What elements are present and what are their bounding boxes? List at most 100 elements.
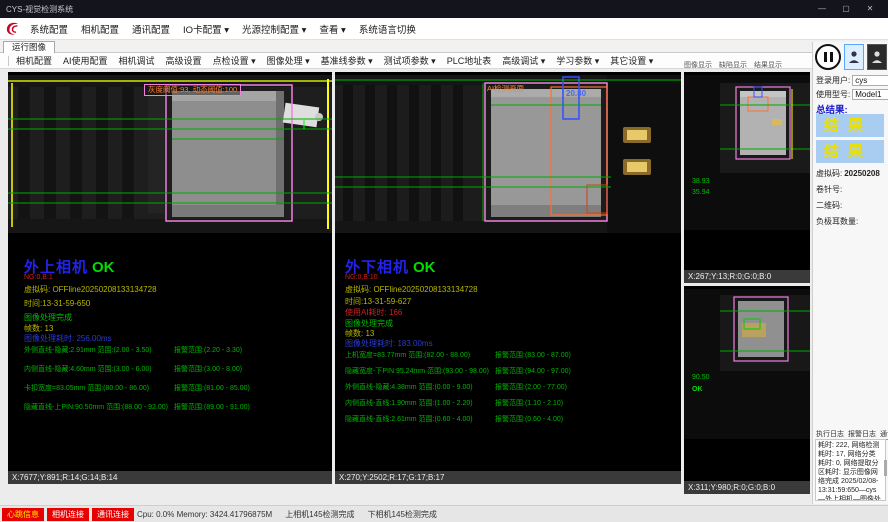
comm-connect-badge: 通讯连接: [92, 508, 134, 521]
measurement-row: 上机宽度=83.77mm 范围:(82.00 - 88.00) 报警范围:(83…: [345, 350, 470, 360]
maximize-button[interactable]: ▢: [834, 2, 858, 16]
tool-advanced-debug[interactable]: 高级调试 ▾: [502, 54, 545, 67]
model-label: 使用型号:: [816, 89, 850, 100]
time-text: 时间:13-31-59-627: [345, 296, 411, 307]
tab-count-row: 负极耳数量:: [816, 216, 886, 227]
minimize-button[interactable]: —: [810, 2, 834, 16]
result-display-1: 结果: [816, 114, 884, 137]
barcode-row: 虚拟码: 20250208: [816, 168, 886, 179]
menu-comm-config[interactable]: 通讯配置: [132, 22, 170, 36]
tab-count-label: 负极耳数量:: [816, 216, 858, 227]
login-user-input[interactable]: [852, 75, 888, 86]
needle-row: 卷针号:: [816, 184, 886, 195]
tab-strip: 运行图像: [0, 40, 888, 53]
alarm-range-text: 报警范围:(83.00 - 87.00): [495, 350, 571, 360]
measurement-row: 卡扣宽度=83.05mm 范围:(80.00 - 86.00) 报警范围:(81…: [24, 383, 149, 393]
alarm-range-text: 报警范围:(2.00 - 77.00): [495, 382, 567, 392]
small-header-item[interactable]: 缺陷显示: [719, 60, 747, 70]
tab-run-image[interactable]: 运行图像: [3, 41, 55, 53]
alarm-range-text: 报警范围:(0.60 - 4.00): [495, 414, 563, 424]
left-view-coordinates: X:7677;Y:891;R:14;G:14;B:14: [8, 471, 332, 484]
cpu-memory-text: Cpu: 0.0% Memory: 3424.41796875M: [137, 510, 272, 519]
login-user-label: 登录用户:: [816, 75, 850, 86]
battery-region: [172, 91, 284, 217]
menu-io-config[interactable]: IO卡配置 ▾: [183, 22, 229, 36]
control-buttons-row: [815, 44, 888, 70]
small-overlay-text: 90.50: [692, 374, 710, 381]
pause-button[interactable]: [815, 44, 841, 70]
small-header-item[interactable]: 结果显示: [754, 60, 782, 70]
menu-language-switch[interactable]: 系统语言切换: [359, 22, 416, 36]
small-bottom-camera-view[interactable]: 90.50 OK X:311;Y:980;R:0;G:0;B:0: [684, 286, 810, 494]
measurement-row: 隐藏直线-上PIN:90.50mm 范围:(88.00 - 92.00) 报警范…: [24, 402, 168, 412]
sub-status-text: NG:0,B:10: [345, 274, 378, 281]
left-camera-image: [8, 75, 332, 233]
measurement-row: 外侧直线-隐藏:2.91mm 范围:(2.00 - 3.50) 报警范围:(2.…: [24, 345, 152, 355]
barcode-text: 虚拟码: OFFline20250208133134728: [345, 284, 478, 295]
tool-learn-params[interactable]: 学习参数 ▾: [556, 54, 599, 67]
measurement-text: 上机宽度=83.77mm 范围:(82.00 - 88.00): [345, 352, 470, 359]
menu-light-config[interactable]: 光源控制配置 ▾: [242, 22, 306, 36]
elapsed-text: 图像处理耗时: 183.00ms: [345, 338, 433, 349]
measurement-row: 内侧直线-隐藏:4.60mm 范围:(3.00 - 6.00) 报警范围:(3.…: [24, 364, 152, 374]
tool-baseline-params[interactable]: 基准线参数 ▾: [321, 54, 373, 67]
ai-measure-value: 20.80: [566, 89, 586, 98]
log-scrollbar[interactable]: [884, 460, 887, 476]
small-header-item[interactable]: 图像显示: [684, 60, 712, 70]
menu-view[interactable]: 查看 ▾: [319, 22, 345, 36]
menu-camera-config[interactable]: 相机配置: [81, 22, 119, 36]
right-camera-image: [335, 75, 681, 233]
process-done-text: 图像处理完成: [24, 312, 72, 323]
toolbar-grip: [8, 56, 9, 66]
small-top-camera-view[interactable]: 38.93 35.94 X:267;Y:13;R:0;G:0;B:0: [684, 72, 810, 283]
result-ok-badge: OK: [92, 259, 115, 276]
barcode-text: 虚拟码: OFFline20250208133134728: [24, 284, 157, 295]
alarm-range-text: 报警范围:(81.00 - 85.00): [174, 383, 250, 393]
log-textbox[interactable]: 耗时: 222, 网络检测耗时: 17, 网络分类耗时: 0, 网络提取分区耗时…: [815, 439, 886, 501]
measurement-text: 隐藏直线-上PIN:90.50mm 范围:(88.00 - 92.00): [24, 404, 168, 411]
tool-ai-config[interactable]: AI使用配置: [63, 54, 108, 67]
glow-spot: [772, 119, 782, 125]
measurement-text: 外侧直线-隐藏:4.38mm 范围:(0.00 - 9.00): [345, 384, 473, 391]
measurement-row: 隐藏宽度-下PIN:95.24mm 范围:(93.00 - 98.00) 报警范…: [345, 366, 489, 376]
barcode-value: 20250208: [844, 169, 880, 178]
operator-button[interactable]: [867, 44, 887, 70]
tool-test-params[interactable]: 测试项参数 ▾: [384, 54, 436, 67]
small-bottom-coordinates: X:311;Y:980;R:0;G:0;B:0: [684, 481, 810, 494]
close-button[interactable]: ✕: [858, 2, 882, 16]
alarm-range-text: 报警范围:(3.00 - 8.00): [174, 364, 242, 374]
camera-connect-badge: 相机连接: [47, 508, 89, 521]
tool-camera-debug[interactable]: 相机调试: [119, 54, 155, 67]
lower-camera-status-text: 下相机145检测完成: [368, 509, 437, 520]
measurement-text: 内侧直线-直线:1.90mm 范围:(1.00 - 2.20): [345, 400, 473, 407]
needle-label: 卷针号:: [816, 184, 842, 195]
menu-bar: 系统配置 相机配置 通讯配置 IO卡配置 ▾ 光源控制配置 ▾ 查看 ▾ 系统语…: [0, 18, 888, 40]
glow-spot: [742, 323, 766, 337]
tool-image-processing[interactable]: 图像处理 ▾: [267, 54, 310, 67]
tool-other-settings[interactable]: 其它设置 ▾: [610, 54, 653, 67]
right-camera-view[interactable]: AI检测画面 20.80 外下相机OK NG:0,B:10 虚拟码: OFFli…: [335, 72, 681, 484]
measurement-text: 隐藏直线-直线:2.61mm 范围:(0.60 - 4.00): [345, 416, 473, 423]
small-overlay-text: 38.93: [692, 178, 710, 185]
measurement-text: 内侧直线-隐藏:4.60mm 范围:(3.00 - 6.00): [24, 366, 152, 373]
user-login-button[interactable]: [844, 44, 864, 70]
tool-advanced-settings[interactable]: 高级设置: [166, 54, 202, 67]
time-text: 时间:13-31-59-650: [24, 298, 90, 309]
ai-view-overlay-label: AI检测画面: [487, 83, 524, 94]
tool-camera-config[interactable]: 相机配置: [16, 54, 52, 67]
result-ok-badge: OK: [413, 259, 436, 276]
tool-plc-address[interactable]: PLC地址表: [447, 54, 492, 67]
title-bar: CYS-视觉检测系统 — ▢ ✕: [0, 0, 888, 18]
small-top-coordinates: X:267;Y:13;R:0;G:0;B:0: [684, 270, 810, 283]
window-controls: — ▢ ✕: [810, 2, 882, 16]
tool-spotcheck-settings[interactable]: 点检设置 ▾: [213, 54, 256, 67]
measurement-row: 隐藏直线-直线:2.61mm 范围:(0.60 - 4.00) 报警范围:(0.…: [345, 414, 473, 424]
result-display-2: 结果: [816, 140, 884, 163]
qr-row: 二维码:: [816, 200, 886, 211]
model-input[interactable]: [852, 89, 888, 100]
alarm-range-text: 报警范围:(2.20 - 3.30): [174, 345, 242, 355]
heartbeat-status-badge: 心跳信息: [2, 508, 44, 521]
small-views-header: 图像显示 缺陷显示 结果显示: [684, 59, 810, 71]
menu-system-config[interactable]: 系统配置: [30, 22, 68, 36]
left-camera-view[interactable]: 灰度阈值:93, 动态阈值:100 外上相机OK NG:0,B:1 虚拟码: O…: [8, 72, 332, 484]
